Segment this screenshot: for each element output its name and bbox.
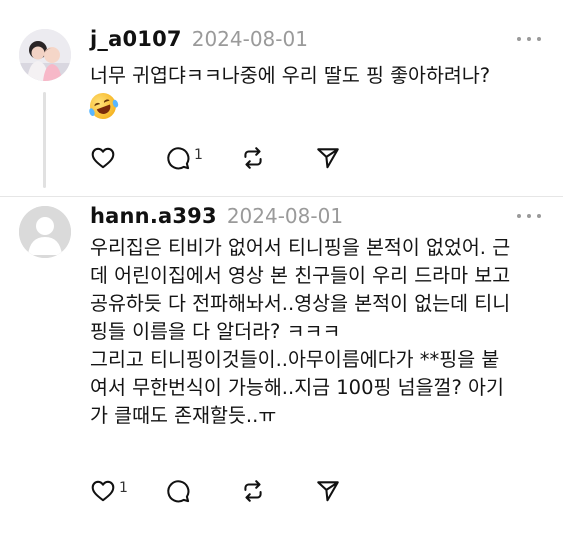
- timestamp: 2024-08-01: [226, 204, 344, 228]
- text-line: 핑들 이름을 다 알더라? ㅋㅋㅋ: [90, 320, 341, 343]
- text-line: 여서 무한번식이 가능해..지금 100핑 넘을껄? 아기: [90, 376, 504, 399]
- username[interactable]: hann.a393: [90, 204, 217, 228]
- share-button[interactable]: [315, 143, 390, 173]
- post-text: 우리집은 티비가 없어서 티니핑을 본적이 없었어. 근 데 어린이집에서 영상…: [90, 234, 545, 430]
- thread-line: [43, 92, 46, 188]
- avatar[interactable]: [19, 206, 71, 258]
- repost-button[interactable]: [240, 476, 315, 506]
- text-line: 그리고 티니핑이것들이..아무이름에다가 **핑을 붙: [90, 348, 500, 371]
- action-bar: 1: [90, 476, 390, 506]
- comment-button[interactable]: 1: [165, 143, 240, 173]
- reply-post: j_a0107 2024-08-01 너무 귀엽댜ㅋㅋ나중에 우리 딸도 핑 좋…: [0, 0, 563, 196]
- comment-count: 1: [194, 147, 203, 163]
- reply-post: hann.a393 2024-08-01 우리집은 티비가 없어서 티니핑을 본…: [0, 196, 563, 540]
- repost-button[interactable]: [240, 143, 315, 173]
- repost-icon: [244, 480, 262, 502]
- default-avatar-icon: [19, 206, 71, 258]
- action-bar: 1: [90, 143, 390, 173]
- avatar[interactable]: [19, 29, 71, 81]
- repost-icon: [244, 147, 262, 169]
- text-line: 너무 귀엽댜ㅋㅋ나중에 우리 딸도 핑 좋아하려나?: [90, 64, 491, 87]
- send-icon: [317, 148, 339, 169]
- more-dots-icon[interactable]: [517, 32, 541, 46]
- more-dots-icon[interactable]: [517, 209, 541, 223]
- comment-bubble-icon: [167, 480, 190, 503]
- comment-bubble-icon: [167, 147, 190, 170]
- text-line: 우리집은 티비가 없어서 티니핑을 본적이 없었어. 근: [90, 236, 511, 259]
- like-count: 1: [119, 480, 128, 496]
- emoji-line: [86, 89, 545, 123]
- text-line: 공유하듯 다 전파해놔서..영상을 본적이 없는데 티니: [90, 292, 511, 315]
- username[interactable]: j_a0107: [90, 27, 182, 51]
- post-text: 너무 귀엽댜ㅋㅋ나중에 우리 딸도 핑 좋아하려나?: [86, 62, 545, 123]
- rolling-on-floor-laughing-emoji: [86, 89, 120, 123]
- heart-icon: [91, 147, 115, 169]
- text-line: 가 클때도 존재할듯..ㅠ: [90, 404, 277, 427]
- like-button[interactable]: 1: [90, 476, 165, 506]
- like-button[interactable]: [90, 143, 165, 173]
- share-button[interactable]: [315, 476, 390, 506]
- post-header: j_a0107 2024-08-01: [90, 27, 308, 55]
- post-header: hann.a393 2024-08-01: [90, 204, 343, 232]
- timestamp: 2024-08-01: [191, 27, 308, 51]
- heart-icon: [91, 480, 115, 502]
- text-line: 데 어린이집에서 영상 본 친구들이 우리 드라마 보고: [90, 264, 511, 287]
- send-icon: [317, 481, 339, 502]
- comment-button[interactable]: [165, 476, 240, 506]
- avatar-photo-icon: [19, 29, 71, 81]
